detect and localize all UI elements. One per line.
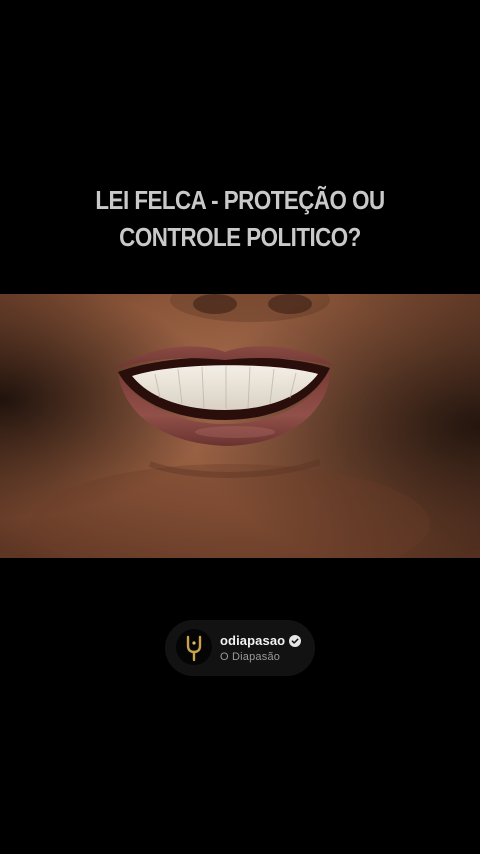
headline-line-2: CONTROLE POLITICO?: [119, 222, 361, 252]
display-name: O Diapasão: [220, 651, 281, 663]
username[interactable]: odiapasao: [220, 633, 285, 648]
headline-line-1: LEI FELCA - PROTEÇÃO OU: [95, 185, 385, 215]
profile-chip[interactable]: odiapasao O Diapasão: [165, 620, 315, 676]
post-headline: LEI FELCA - PROTEÇÃO OU CONTROLE POLITIC…: [34, 182, 447, 256]
smiling-mouth-photo: [0, 294, 480, 558]
tuning-fork-icon[interactable]: [176, 629, 212, 665]
username-row: odiapasao: [220, 632, 302, 649]
verified-badge-icon: [289, 634, 302, 647]
